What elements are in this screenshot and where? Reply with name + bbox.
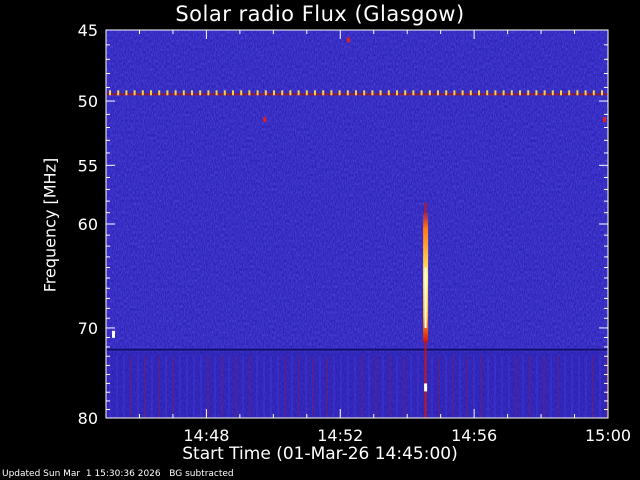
interference-dot bbox=[207, 90, 210, 96]
interference-dot bbox=[182, 90, 185, 96]
interference-dot bbox=[273, 90, 275, 96]
burst-core bbox=[424, 267, 427, 328]
interference-dot bbox=[486, 90, 489, 96]
interference-dot bbox=[223, 90, 226, 96]
interference-dot bbox=[510, 90, 513, 96]
interference-dot bbox=[387, 90, 390, 96]
interference-dot bbox=[592, 90, 595, 96]
x-tick-label: 14:52 bbox=[317, 426, 363, 445]
y-tick-label: 45 bbox=[78, 21, 98, 40]
interference-dot bbox=[420, 90, 423, 96]
interference-dot bbox=[191, 90, 193, 96]
interference-dot bbox=[551, 90, 554, 96]
interference-dot bbox=[560, 90, 562, 96]
interference-dot bbox=[125, 90, 128, 96]
interference-dot bbox=[314, 90, 316, 96]
interference-dot bbox=[478, 90, 480, 96]
interference-dot bbox=[117, 90, 120, 96]
x-tick-label: 14:48 bbox=[183, 426, 229, 445]
interference-dot bbox=[338, 90, 341, 96]
interference-dot bbox=[469, 90, 472, 96]
interference-dot bbox=[445, 90, 448, 96]
interference-dot bbox=[371, 90, 374, 96]
interference-dot bbox=[494, 90, 497, 96]
calibration-mark bbox=[112, 330, 115, 338]
interference-dot bbox=[502, 90, 505, 96]
interference-dot bbox=[601, 90, 603, 96]
burst-speck bbox=[424, 383, 428, 392]
noise-speck bbox=[263, 117, 267, 123]
x-tick-label: 15:00 bbox=[585, 426, 631, 445]
y-tick-label: 55 bbox=[78, 156, 98, 175]
interference-dot bbox=[297, 90, 300, 96]
interference-dot bbox=[158, 90, 161, 96]
interference-dot bbox=[584, 90, 587, 96]
interference-dot bbox=[264, 90, 267, 96]
interference-dot bbox=[322, 90, 325, 96]
interference-dot bbox=[527, 90, 530, 96]
interference-dot bbox=[248, 90, 251, 96]
noise-speck bbox=[602, 117, 606, 123]
interference-dot bbox=[289, 90, 292, 96]
interference-dot bbox=[199, 90, 202, 96]
interference-dot bbox=[174, 90, 177, 96]
interference-dot bbox=[379, 90, 382, 96]
interference-dot bbox=[232, 90, 234, 96]
interference-dot bbox=[412, 90, 415, 96]
y-tick-label: 80 bbox=[78, 409, 98, 428]
interference-dot bbox=[109, 90, 111, 96]
interference-dot bbox=[150, 90, 152, 96]
interference-dot bbox=[404, 90, 407, 96]
interference-dot bbox=[461, 90, 464, 96]
interference-dot bbox=[305, 90, 308, 96]
plot-area bbox=[106, 30, 608, 418]
interference-dot bbox=[133, 90, 136, 96]
interference-dot bbox=[355, 90, 357, 96]
y-tick-label: 70 bbox=[78, 319, 98, 338]
interference-dot bbox=[141, 90, 144, 96]
y-tick-label: 60 bbox=[78, 215, 98, 234]
noise-speck bbox=[346, 37, 350, 43]
interference-dot bbox=[215, 90, 218, 96]
spectrogram-chart: 14:48 14:52 14:56 15:00 45 50 55 60 70 80 bbox=[78, 21, 631, 445]
interference-dot bbox=[240, 90, 243, 96]
interference-dot bbox=[568, 90, 571, 96]
interference-dot bbox=[428, 90, 431, 96]
interference-dot bbox=[576, 90, 579, 96]
interference-dot bbox=[346, 90, 349, 96]
interference-dot bbox=[535, 90, 538, 96]
interference-dot bbox=[166, 90, 169, 96]
interference-dot bbox=[256, 90, 259, 96]
y-tick-label: 50 bbox=[78, 92, 98, 111]
interference-dot bbox=[453, 90, 456, 96]
interference-dot bbox=[543, 90, 546, 96]
interference-dot bbox=[330, 90, 333, 96]
interference-dot bbox=[363, 90, 366, 96]
interference-dot bbox=[281, 90, 284, 96]
interference-dot bbox=[519, 90, 521, 96]
interference-dot bbox=[437, 90, 439, 96]
interference-dot bbox=[396, 90, 398, 96]
lower-band bbox=[106, 351, 608, 418]
x-tick-label: 14:56 bbox=[451, 426, 497, 445]
